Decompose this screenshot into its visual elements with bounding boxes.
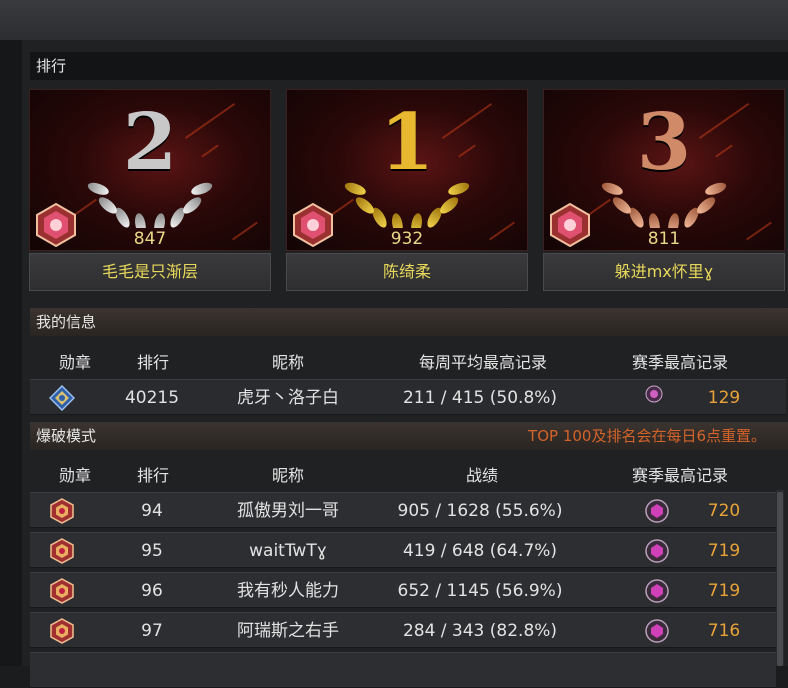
ranking-section-header: 排行	[30, 52, 788, 80]
row-season-best: 719	[707, 581, 741, 601]
row-season-best: 719	[707, 541, 741, 561]
podium-name-3[interactable]: 躲进mx怀里ɣ	[543, 253, 785, 291]
row-nickname: 孤傲男刘一哥	[237, 501, 339, 521]
my-info-section-header: 我的信息	[30, 308, 788, 336]
row-season-best: 720	[707, 501, 741, 521]
column-header: 勋章	[58, 353, 91, 372]
column-header: 赛季最高记录	[631, 353, 728, 372]
podium-place: 3	[636, 97, 692, 188]
column-header: 每周平均最高记录	[418, 353, 547, 372]
left-gutter	[0, 40, 22, 666]
season-rank-icon	[644, 493, 670, 529]
podium-name-2[interactable]: 陈绮柔	[286, 253, 528, 291]
my-rank: 40215	[124, 388, 180, 408]
podium-name-1[interactable]: 毛毛是只渐层	[29, 253, 271, 291]
podium-card-2[interactable]: 1 932	[286, 89, 528, 251]
column-header: 昵称	[271, 466, 304, 485]
season-rank-icon	[644, 533, 670, 569]
column-header: 赛季最高记录	[631, 466, 728, 485]
medal-icon	[48, 533, 76, 569]
top-bar	[0, 0, 788, 41]
column-header: 勋章	[58, 466, 91, 485]
row-rank: 96	[141, 581, 163, 601]
my-nickname: 虎牙丶洛子白	[237, 388, 339, 408]
mode-section-header: 爆破模式 TOP 100及排名会在每日6点重置。	[30, 422, 788, 450]
my-info-title: 我的信息	[36, 313, 97, 331]
table-row[interactable]: 95 waitTwTɣ 419 / 648 (64.7%) 719	[30, 532, 776, 568]
medal-icon	[48, 613, 76, 649]
table-row[interactable]	[30, 652, 776, 688]
season-rank-icon	[644, 613, 670, 649]
row-rank: 95	[141, 541, 163, 561]
row-nickname: 阿瑞斯之右手	[237, 621, 339, 641]
row-nickname: waitTwTɣ	[249, 541, 327, 561]
scrollbar-thumb[interactable]	[777, 492, 783, 666]
podium-card-3[interactable]: 3 811	[543, 89, 785, 251]
row-rank: 94	[141, 501, 163, 521]
reset-notice: TOP 100及排名会在每日6点重置。	[528, 427, 766, 445]
podium-score: 811	[647, 229, 681, 249]
row-season-best: 716	[707, 621, 741, 641]
ranking-title: 排行	[36, 57, 67, 75]
my-info-row[interactable]: 40215 虎牙丶洛子白 211 / 415 (50.8%) 129	[30, 379, 786, 415]
podium-place: 1	[379, 97, 435, 188]
podium-score: 932	[390, 229, 424, 249]
podium-place: 2	[122, 97, 178, 188]
podium-card-1[interactable]: 2 847	[29, 89, 271, 251]
my-season-best: 129	[707, 388, 741, 408]
table-row[interactable]: 96 我有秒人能力 652 / 1145 (56.9%) 719	[30, 572, 776, 608]
medal-icon	[48, 493, 76, 529]
row-rank: 97	[141, 621, 163, 641]
column-header: 排行	[136, 353, 169, 372]
my-weekly-record: 211 / 415 (50.8%)	[402, 388, 558, 408]
column-header: 战绩	[465, 466, 498, 485]
row-record: 284 / 343 (82.8%)	[402, 621, 558, 641]
medal-icon	[48, 573, 76, 609]
column-header: 排行	[136, 466, 169, 485]
row-nickname: 我有秒人能力	[237, 581, 339, 601]
mode-title: 爆破模式	[36, 427, 97, 445]
season-rank-icon	[644, 573, 670, 609]
row-record: 419 / 648 (64.7%)	[402, 541, 558, 561]
table-row[interactable]: 94 孤傲男刘一哥 905 / 1628 (55.6%) 720	[30, 492, 776, 528]
row-record: 652 / 1145 (56.9%)	[397, 581, 563, 601]
table-row[interactable]: 97 阿瑞斯之右手 284 / 343 (82.8%) 716	[30, 612, 776, 648]
medal-icon	[42, 380, 82, 416]
row-record: 905 / 1628 (55.6%)	[397, 501, 563, 521]
season-rank-icon	[644, 380, 664, 416]
column-header: 昵称	[271, 353, 304, 372]
podium-score: 847	[133, 229, 167, 249]
